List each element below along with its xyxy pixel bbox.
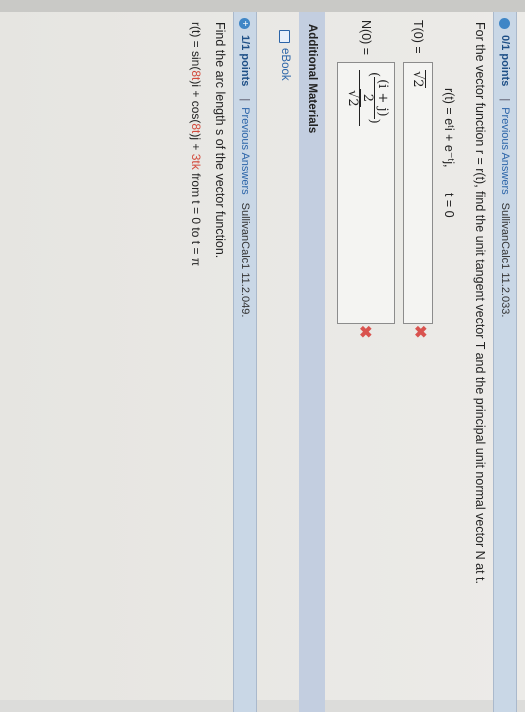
incorrect-icon: ✖ [411, 325, 428, 339]
page: 0/1 points | Previous Answers SullivanCa… [0, 0, 525, 712]
question-reference: SullivanCalc1 11.2.049. [239, 202, 251, 318]
incorrect-icon: ✖ [356, 325, 373, 339]
question-2-header: + 1/1 points | Previous Answers Sullivan… [233, 12, 257, 712]
status-dot-icon [499, 18, 511, 29]
ebook-label: eBook [279, 48, 291, 81]
points-badge: 0/1 points [499, 35, 511, 87]
arc-length-equation: r(t) = sin(8t)i + cos(8t)j + 3tk from t … [189, 22, 203, 267]
additional-materials-header: Additional Materials [299, 12, 325, 712]
N-answer-math: ((i + j) 2) √2 [344, 70, 391, 126]
previous-answers-link[interactable]: Previous Answers [499, 107, 511, 194]
T-answer-input[interactable] [403, 62, 433, 324]
separator: | [499, 98, 511, 102]
T-answer-math: √2 [410, 70, 426, 88]
t-value: t = 0 [442, 192, 456, 218]
left-strip [0, 0, 525, 12]
T-label: T(0) = [411, 20, 425, 54]
previous-answers-link[interactable]: Previous Answers [239, 107, 251, 194]
book-icon [279, 30, 291, 43]
vector-function-equation: r(t) = eᵗi + e⁻ᵗj, t = 0 [442, 88, 457, 218]
separator: | [239, 98, 251, 102]
question-1-header: 0/1 points | Previous Answers SullivanCa… [493, 12, 517, 712]
equation-text: r(t) = eᵗi + e⁻ᵗj, [442, 88, 456, 168]
expand-plus-icon[interactable]: + [239, 18, 251, 29]
question-2-prompt: Find the arc length s of the vector func… [213, 22, 227, 259]
ebook-link[interactable]: eBook [279, 30, 291, 81]
points-badge: 1/1 points [239, 35, 251, 87]
question-reference: SullivanCalc1 11.2.033. [499, 202, 511, 318]
question-1-prompt: For the vector function r = r(t), find t… [473, 22, 487, 584]
N-label: N(0) = [359, 20, 373, 56]
